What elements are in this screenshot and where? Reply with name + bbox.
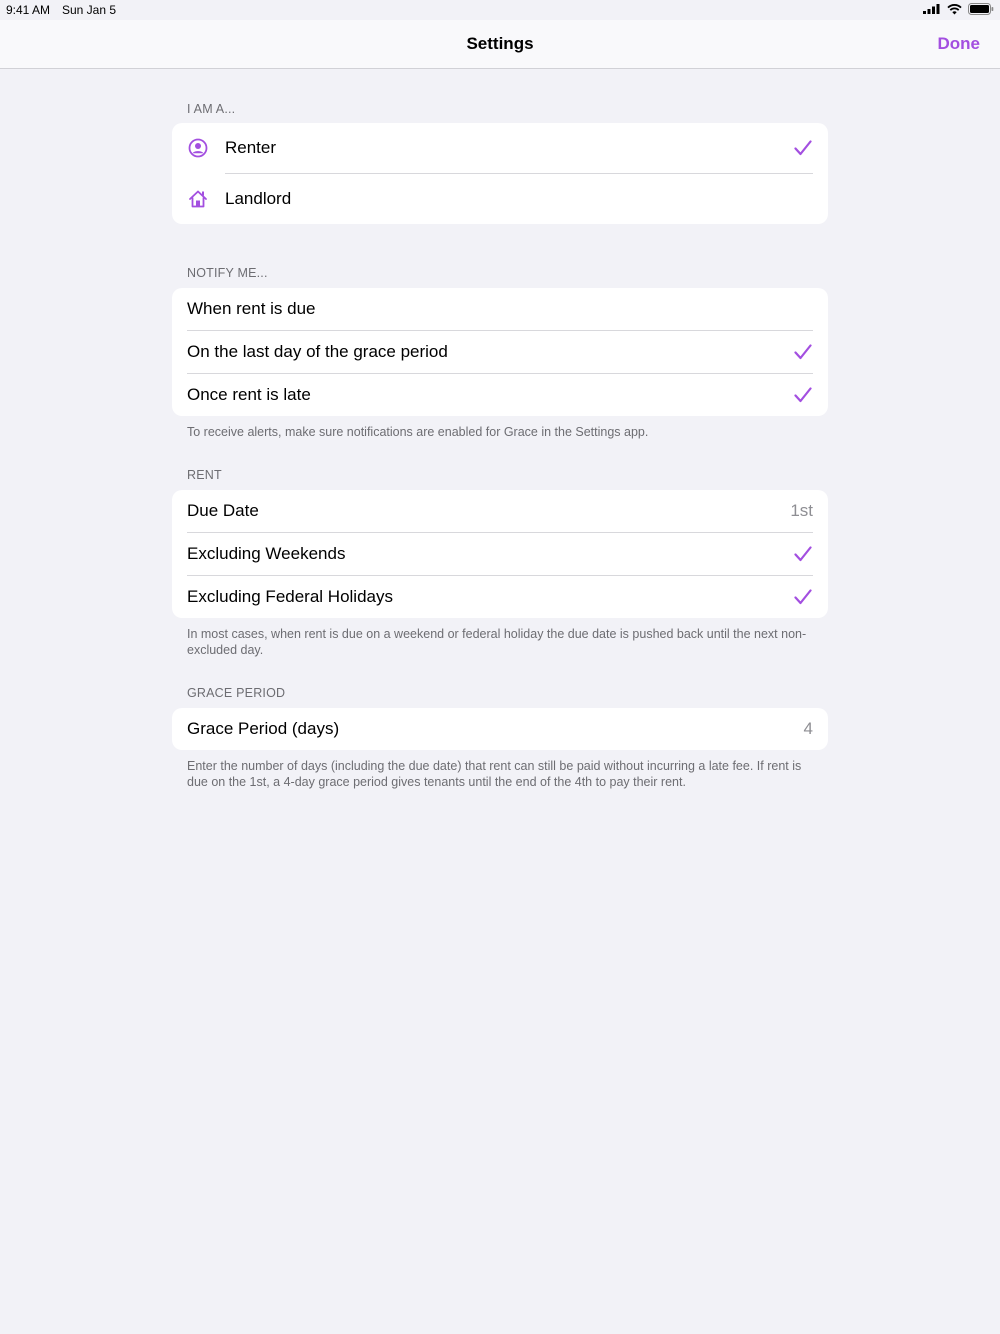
person-circle-icon (187, 137, 209, 159)
grace-card: Grace Period (days) 4 (172, 708, 828, 750)
role-label-landlord: Landlord (225, 189, 292, 208)
section-header-grace-period: GRACE PERIOD (187, 686, 286, 700)
battery-icon (968, 3, 994, 15)
notify-label-last-grace-day: On the last day of the grace period (187, 342, 448, 361)
role-label-renter: Renter (225, 138, 277, 157)
house-icon (187, 188, 209, 210)
role-row-renter[interactable]: Renter (172, 123, 828, 173)
role-row-landlord[interactable]: Landlord (172, 174, 828, 224)
checkmark-icon (793, 342, 813, 362)
grace-footer: Enter the number of days (including the … (187, 759, 802, 789)
status-time: 9:41 AM (6, 3, 51, 17)
rent-label-due-date: Due Date (187, 501, 259, 520)
status-date: Sun Jan 5 (62, 3, 117, 17)
grace-label-days: Grace Period (days) (187, 719, 340, 738)
checkmark-icon (793, 138, 813, 158)
section-header-notify-me: NOTIFY ME... (187, 266, 268, 280)
checkmark-icon (793, 385, 813, 405)
notify-row-last-grace-day[interactable]: On the last day of the grace period (172, 331, 828, 373)
status-bar: 9:41 AM Sun Jan 5 (0, 0, 1000, 20)
section-header-i-am-a: I AM A... (187, 102, 236, 116)
rent-card: Due Date 1st Excluding Weekends Excludin… (172, 490, 828, 618)
page-title: Settings (466, 34, 534, 53)
notify-label-once-late: Once rent is late (187, 385, 311, 404)
navigation-bar: Settings Done (0, 20, 1000, 69)
done-button[interactable]: Done (938, 34, 981, 54)
rent-row-excluding-holidays[interactable]: Excluding Federal Holidays (172, 576, 828, 618)
notify-row-when-due[interactable]: When rent is due (172, 288, 828, 330)
rent-footer: In most cases, when rent is due on a wee… (187, 627, 807, 657)
checkmark-icon (793, 544, 813, 564)
due-date-value: 1st (790, 501, 813, 520)
role-card: Renter Landlord (172, 123, 828, 224)
settings-content: I AM A... Renter Landlord NOTIFY ME... W… (172, 69, 828, 790)
rent-row-excluding-weekends[interactable]: Excluding Weekends (172, 533, 828, 575)
cellular-signal-icon (923, 4, 940, 14)
rent-label-excluding-holidays: Excluding Federal Holidays (187, 587, 393, 606)
checkmark-icon (793, 587, 813, 607)
status-icons (923, 3, 994, 15)
grace-days-value: 4 (803, 719, 813, 738)
notify-label-when-due: When rent is due (187, 299, 316, 318)
notify-footer: To receive alerts, make sure notificatio… (187, 425, 649, 439)
notify-card: When rent is due On the last day of the … (172, 288, 828, 416)
rent-label-excluding-weekends: Excluding Weekends (187, 544, 346, 563)
section-header-rent: RENT (187, 468, 222, 482)
grace-row-days[interactable]: Grace Period (days) 4 (172, 708, 828, 750)
wifi-icon (947, 3, 962, 14)
notify-row-once-late[interactable]: Once rent is late (172, 374, 828, 416)
rent-row-due-date[interactable]: Due Date 1st (172, 490, 828, 532)
